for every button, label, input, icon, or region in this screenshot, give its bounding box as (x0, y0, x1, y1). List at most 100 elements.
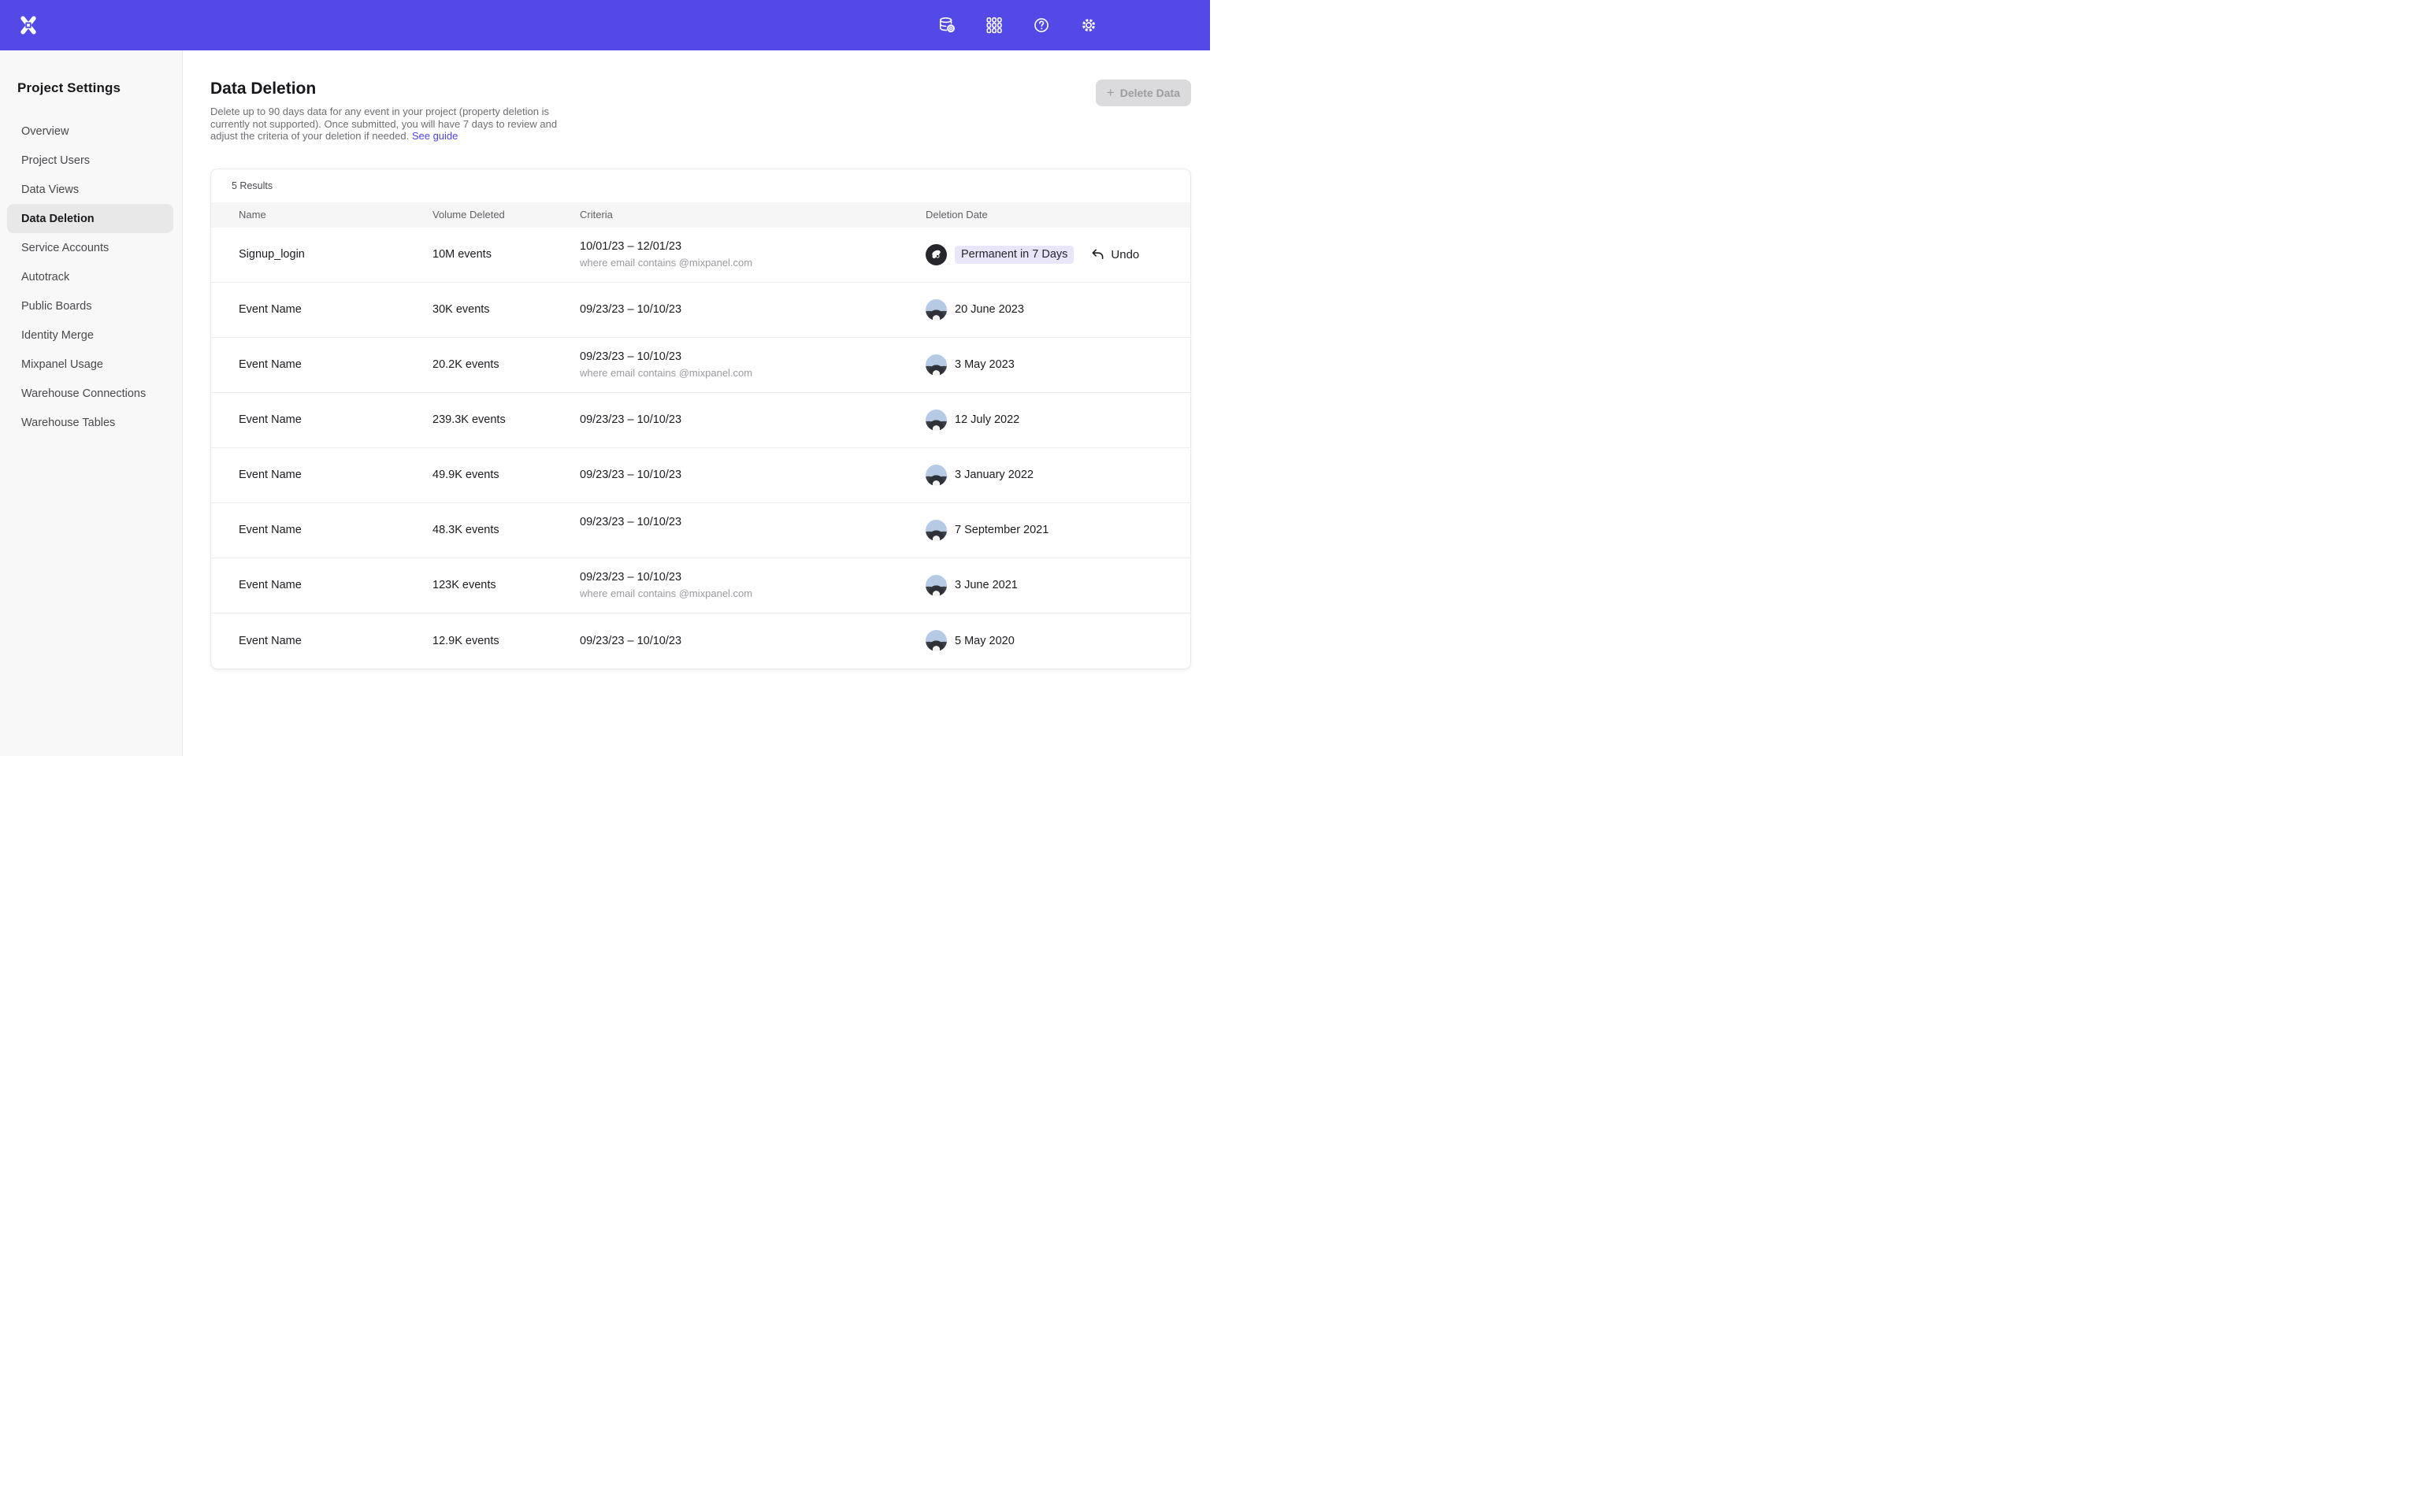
status-badge: Permanent in 7 Days (955, 246, 1074, 264)
sidebar-item-label: Public Boards (21, 300, 91, 313)
sidebar-item-label: Warehouse Connections (21, 387, 146, 400)
event-name-cell: Event Name (239, 579, 432, 591)
event-name-cell: Event Name (239, 635, 432, 647)
sidebar-item-mixpanel-usage[interactable]: Mixpanel Usage (7, 350, 173, 379)
deletion-date-text: 3 May 2023 (955, 358, 1015, 371)
table-row: Event Name12.9K events09/23/23 – 10/10/2… (211, 613, 1190, 669)
sidebar-item-identity-merge[interactable]: Identity Merge (7, 321, 173, 350)
deletion-date-text: 3 January 2022 (955, 469, 1034, 481)
sidebar-item-overview[interactable]: Overview (7, 117, 173, 146)
user-avatar (926, 244, 947, 265)
data-management-icon[interactable] (938, 17, 956, 34)
volume-deleted-cell: 123K events (432, 579, 580, 591)
sidebar-title: Project Settings (17, 80, 182, 96)
volume-deleted-cell: 20.2K events (432, 358, 580, 371)
deletion-date-cell: 3 May 2023 (926, 354, 1190, 376)
event-name-cell: Event Name (239, 358, 432, 371)
volume-deleted-cell: 12.9K events (432, 635, 580, 647)
sidebar-item-label: Mixpanel Usage (21, 358, 103, 371)
criteria-cell: 09/23/23 – 10/10/23 (580, 516, 926, 544)
sidebar-item-label: Overview (21, 125, 69, 138)
criteria-where-clause: where email contains @mixpanel.com (580, 257, 926, 269)
settings-gear-icon[interactable] (1080, 17, 1097, 34)
column-header-deletion-date: Deletion Date (926, 209, 1190, 220)
user-avatar (926, 630, 947, 651)
table-row: Signup_login10M events10/01/23 – 12/01/2… (211, 228, 1190, 283)
sidebar-item-warehouse-connections[interactable]: Warehouse Connections (7, 379, 173, 408)
deletion-date-text: 7 September 2021 (955, 524, 1049, 536)
sidebar-item-autotrack[interactable]: Autotrack (7, 262, 173, 291)
criteria-cell: 09/23/23 – 10/10/23 (580, 303, 926, 316)
volume-deleted-cell: 30K events (432, 303, 580, 316)
criteria-where-clause (580, 532, 926, 544)
deletion-date-cell: 7 September 2021 (926, 520, 1190, 541)
sidebar-item-label: Identity Merge (21, 329, 94, 342)
deletion-requests-card: 5 Results Name Volume Deleted Criteria D… (210, 169, 1191, 669)
criteria-where-clause: where email contains @mixpanel.com (580, 367, 926, 379)
table-row: Event Name239.3K events09/23/23 – 10/10/… (211, 393, 1190, 448)
criteria-cell: 09/23/23 – 10/10/23 (580, 413, 926, 426)
sidebar-item-service-accounts[interactable]: Service Accounts (7, 233, 173, 262)
user-avatar (926, 575, 947, 596)
deletion-date-text: 20 June 2023 (955, 303, 1024, 316)
undo-label: Undo (1111, 248, 1139, 261)
undo-icon (1091, 248, 1104, 261)
table-row: Event Name123K events09/23/23 – 10/10/23… (211, 558, 1190, 613)
sidebar-item-warehouse-tables[interactable]: Warehouse Tables (7, 408, 173, 437)
column-header-name: Name (239, 209, 432, 220)
volume-deleted-cell: 239.3K events (432, 413, 580, 426)
mixpanel-logo-icon[interactable] (20, 16, 37, 35)
criteria-date-range: 09/23/23 – 10/10/23 (580, 350, 926, 363)
user-avatar (926, 299, 947, 321)
top-navigation-bar (0, 0, 1210, 50)
criteria-cell: 09/23/23 – 10/10/23 (580, 469, 926, 481)
table-row: Event Name30K events09/23/23 – 10/10/23 2… (211, 283, 1190, 338)
sidebar-item-project-users[interactable]: Project Users (7, 146, 173, 175)
table-row: Event Name49.9K events09/23/23 – 10/10/2… (211, 448, 1190, 503)
sidebar-item-public-boards[interactable]: Public Boards (7, 291, 173, 321)
criteria-date-range: 09/23/23 – 10/10/23 (580, 635, 926, 647)
sidebar-item-data-views[interactable]: Data Views (7, 175, 173, 204)
help-icon[interactable] (1033, 17, 1050, 34)
main-content: Data Deletion Delete up to 90 days data … (183, 50, 1210, 756)
see-guide-link[interactable]: See guide (412, 130, 458, 142)
sidebar-item-label: Autotrack (21, 271, 69, 284)
user-avatar (926, 354, 947, 376)
deletion-date-text: 5 May 2020 (955, 635, 1015, 647)
sidebar-item-data-deletion[interactable]: Data Deletion (7, 204, 173, 233)
event-name-cell: Event Name (239, 524, 432, 536)
deletion-date-cell: 20 June 2023 (926, 299, 1190, 321)
criteria-date-range: 09/23/23 – 10/10/23 (580, 413, 926, 426)
criteria-date-range: 09/23/23 – 10/10/23 (580, 303, 926, 316)
criteria-cell: 09/23/23 – 10/10/23where email contains … (580, 571, 926, 599)
results-count: 5 Results (211, 169, 1190, 202)
criteria-where-clause: where email contains @mixpanel.com (580, 587, 926, 599)
column-header-criteria: Criteria (580, 209, 926, 220)
table-row: Event Name20.2K events09/23/23 – 10/10/2… (211, 338, 1190, 393)
deletion-date-cell: Permanent in 7 Days Undo (926, 244, 1190, 265)
criteria-date-range: 09/23/23 – 10/10/23 (580, 469, 926, 481)
user-avatar (926, 465, 947, 486)
sidebar-item-label: Data Deletion (21, 213, 95, 225)
user-avatar (926, 410, 947, 431)
deletion-date-cell: 5 May 2020 (926, 630, 1190, 651)
criteria-cell: 10/01/23 – 12/01/23where email contains … (580, 240, 926, 269)
page-description: Delete up to 90 days data for any event … (210, 106, 563, 143)
table-row: Event Name48.3K events09/23/23 – 10/10/2… (211, 503, 1190, 558)
sidebar-item-label: Data Views (21, 183, 79, 196)
event-name-cell: Signup_login (239, 248, 432, 261)
deletion-date-text: 3 June 2021 (955, 579, 1018, 591)
page-description-text: Delete up to 90 days data for any event … (210, 106, 557, 142)
delete-data-button-label: Delete Data (1120, 87, 1180, 99)
sidebar-item-label: Service Accounts (21, 242, 109, 254)
event-name-cell: Event Name (239, 303, 432, 316)
apps-grid-icon[interactable] (985, 17, 1003, 34)
volume-deleted-cell: 49.9K events (432, 469, 580, 481)
criteria-date-range: 09/23/23 – 10/10/23 (580, 516, 926, 528)
criteria-cell: 09/23/23 – 10/10/23 (580, 635, 926, 647)
delete-data-button[interactable]: + Delete Data (1096, 80, 1191, 106)
undo-button[interactable]: Undo (1091, 248, 1139, 261)
sidebar: Project Settings Overview Project Users Da… (0, 50, 183, 756)
criteria-cell: 09/23/23 – 10/10/23 where email contains … (580, 350, 926, 379)
sidebar-item-label: Project Users (21, 154, 90, 167)
